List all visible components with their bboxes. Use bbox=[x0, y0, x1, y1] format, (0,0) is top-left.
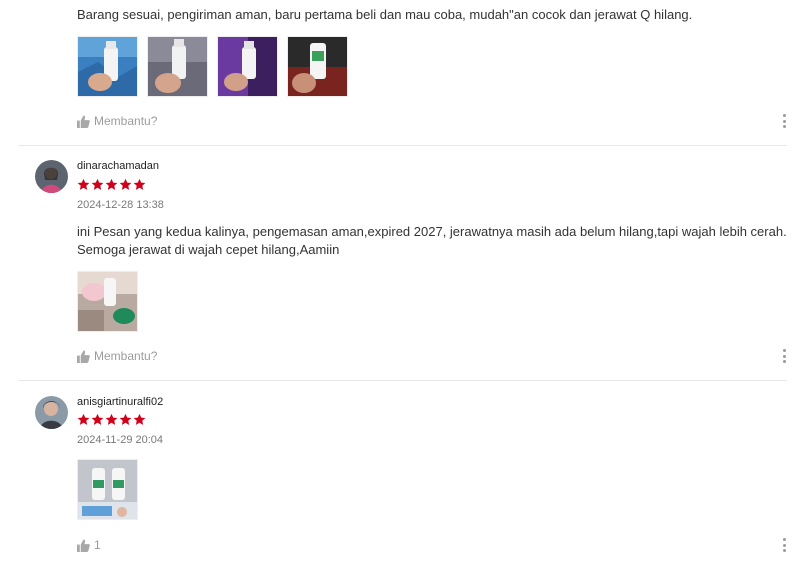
review-image[interactable] bbox=[77, 36, 138, 97]
star-icon bbox=[77, 413, 90, 425]
star-rating bbox=[77, 413, 146, 426]
review-images bbox=[77, 271, 138, 332]
star-icon bbox=[91, 413, 104, 425]
review-item: anisgiartinuralfi02 2024-11-29 20:04 1 bbox=[0, 381, 800, 565]
review-date: 2024-12-28 13:38 bbox=[77, 199, 164, 211]
review-comment: Barang sesuai, pengiriman aman, baru per… bbox=[77, 7, 693, 22]
star-icon bbox=[133, 413, 146, 425]
thumbs-up-icon bbox=[77, 538, 90, 552]
avatar[interactable] bbox=[35, 160, 68, 193]
more-options-button[interactable] bbox=[779, 114, 789, 128]
reviewer-username: dinarachamadan bbox=[77, 160, 159, 172]
star-icon bbox=[105, 413, 118, 425]
avatar[interactable] bbox=[35, 396, 68, 429]
review-images bbox=[77, 459, 138, 520]
more-vertical-icon bbox=[782, 538, 786, 541]
thumbs-up-icon bbox=[77, 114, 90, 128]
review-image[interactable] bbox=[77, 271, 138, 332]
review-image[interactable] bbox=[77, 459, 138, 520]
review-item: dinarachamadan 2024-12-28 13:38 ini Pesa… bbox=[0, 146, 800, 381]
helpful-button[interactable]: Membantu? bbox=[77, 114, 157, 128]
more-vertical-icon bbox=[782, 114, 786, 117]
more-vertical-icon bbox=[782, 349, 786, 352]
review-date: 2024-11-29 20:04 bbox=[77, 434, 164, 446]
helpful-label: Membantu? bbox=[94, 349, 158, 363]
reviewer-username: anisgiartinuralfi02 bbox=[77, 396, 164, 408]
thumbs-up-icon bbox=[77, 349, 90, 363]
star-rating bbox=[77, 178, 146, 191]
comment-line: Semoga jerawat di wajah cepet hilang,Aam… bbox=[77, 242, 340, 257]
star-icon bbox=[91, 178, 104, 190]
helpful-button[interactable]: Membantu? bbox=[77, 349, 157, 363]
star-icon bbox=[119, 178, 132, 190]
star-icon bbox=[77, 178, 90, 190]
comment-line: ini Pesan yang kedua kalinya, pengemasan… bbox=[77, 224, 787, 239]
star-icon bbox=[133, 178, 146, 190]
helpful-label: Membantu? bbox=[94, 114, 158, 128]
review-images bbox=[77, 36, 348, 97]
more-options-button[interactable] bbox=[779, 349, 789, 363]
helpful-button[interactable]: 1 bbox=[77, 538, 101, 552]
more-options-button[interactable] bbox=[779, 538, 789, 552]
star-icon bbox=[105, 178, 118, 190]
review-image[interactable] bbox=[147, 36, 208, 97]
star-icon bbox=[119, 413, 132, 425]
review-image[interactable] bbox=[287, 36, 348, 97]
review-image[interactable] bbox=[217, 36, 278, 97]
review-item: Barang sesuai, pengiriman aman, baru per… bbox=[0, 0, 800, 146]
review-comment: ini Pesan yang kedua kalinya, pengemasan… bbox=[77, 223, 787, 259]
helpful-count: 1 bbox=[94, 538, 101, 552]
